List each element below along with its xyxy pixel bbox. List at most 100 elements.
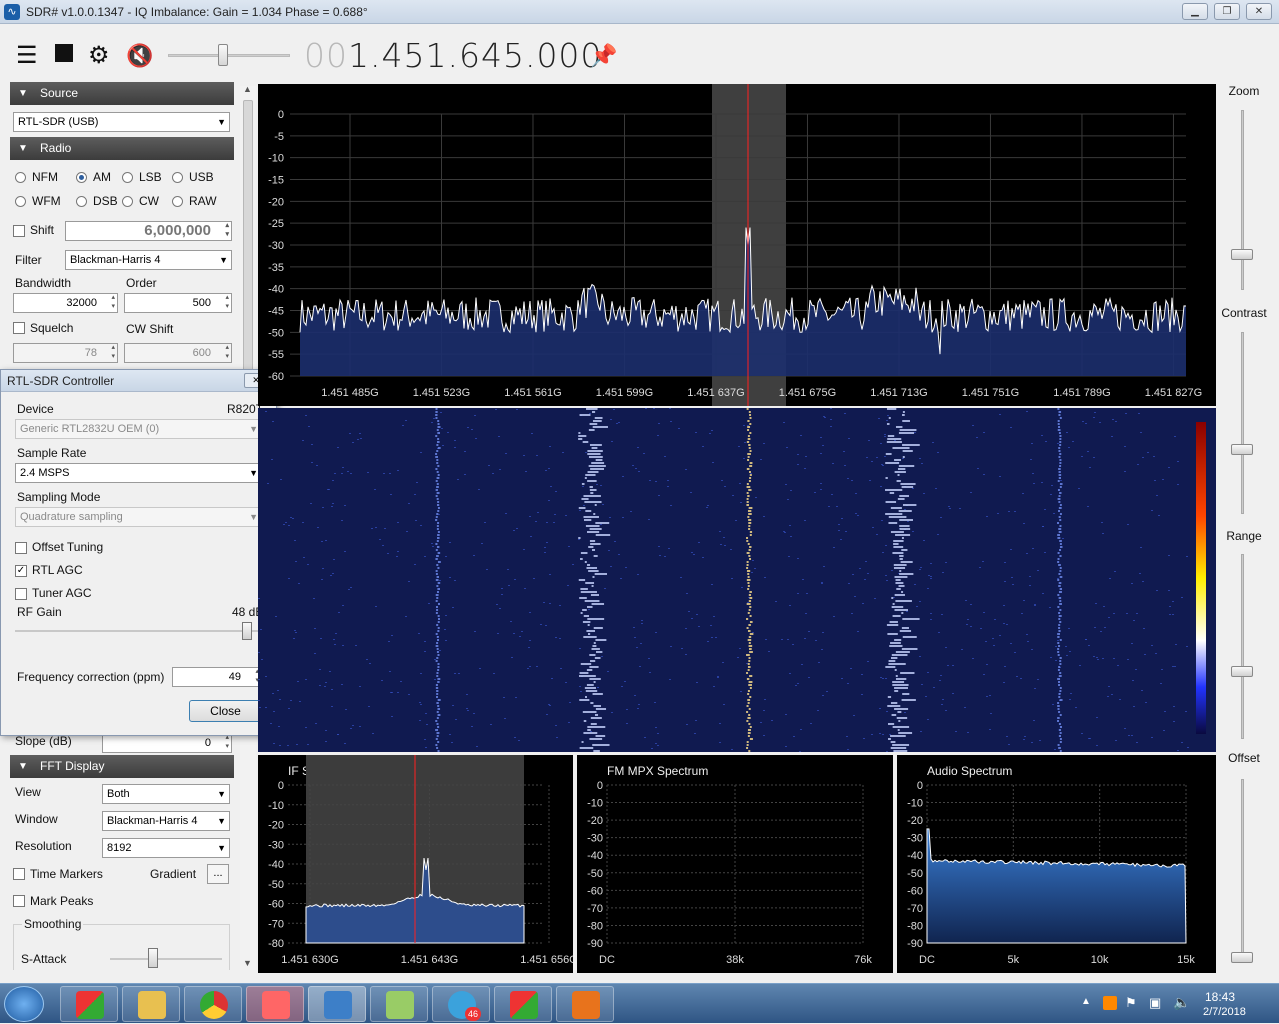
waterfall-noise [626, 709, 628, 710]
taskbar-telegram[interactable]: 46 [432, 986, 490, 1022]
order-input[interactable]: 500 [124, 293, 232, 313]
waterfall-signal [746, 678, 750, 680]
taskbar-app-1[interactable] [60, 986, 118, 1022]
mute-icon[interactable]: 🔇 [126, 42, 153, 70]
source-select[interactable]: RTL-SDR (USB) ▼ [13, 112, 230, 132]
waterfall-noise [1075, 707, 1077, 708]
mark-peaks-checkbox[interactable] [13, 895, 25, 907]
rf-gain-slider[interactable] [15, 630, 261, 632]
waterfall-signal [436, 702, 439, 704]
tray-expand-icon[interactable]: ▲ [1081, 996, 1091, 1007]
gear-icon[interactable]: ⚙ [88, 42, 110, 70]
main-spectrum[interactable]: 0 -5 -10 -15 -20 -25 -30 -35 -40 -45 -50 -55 -60 1.45… [258, 84, 1216, 406]
audio-spectrum-panel[interactable]: Audio Spectrum 0 -10 -20 -30 -40 -50 -60 -70 -80-… [897, 755, 1216, 973]
flag-icon[interactable]: ⚑ [1125, 995, 1137, 1011]
sample-rate-select[interactable]: 2.4 MSPS ▼ [15, 463, 262, 483]
offset-tuning-checkbox[interactable] [15, 542, 27, 554]
pin-icon[interactable]: 📌 [590, 43, 617, 69]
zoom-slider-thumb[interactable] [1231, 249, 1253, 260]
waterfall-noise [785, 746, 787, 747]
mode-radio-raw[interactable] [172, 196, 183, 207]
taskbar-notepad[interactable] [370, 986, 428, 1022]
scrollbar-thumb[interactable] [243, 100, 253, 390]
window-select[interactable]: Blackman-Harris 4 ▼ [102, 811, 230, 831]
scroll-up-icon[interactable]: ▲ [243, 84, 252, 94]
waterfall-noise [879, 733, 881, 734]
waterfall-noise [847, 478, 849, 479]
shift-input[interactable]: 6,000,000 [65, 221, 232, 241]
volume-slider[interactable] [168, 54, 290, 57]
waterfall-display[interactable] [258, 408, 1216, 752]
waterfall-noise [293, 638, 295, 639]
minimize-button[interactable]: ▁ [1182, 3, 1208, 20]
waterfall-noise [1168, 467, 1170, 468]
dialog-close-button[interactable]: Close [189, 700, 262, 722]
s-attack-slider[interactable] [110, 958, 222, 960]
range-slider[interactable] [1241, 554, 1244, 739]
waterfall-signal [437, 501, 440, 503]
mode-radio-dsb[interactable] [76, 196, 87, 207]
waterfall-signal [1059, 732, 1062, 734]
taskbar-explorer[interactable] [122, 986, 180, 1022]
waterfall-signal [746, 744, 749, 746]
s-attack-thumb[interactable] [148, 948, 158, 968]
scroll-down-icon[interactable]: ▼ [243, 958, 252, 968]
mode-radio-wfm[interactable] [15, 196, 26, 207]
waterfall-noise [625, 567, 627, 568]
mode-radio-am[interactable] [76, 172, 87, 183]
taskbar-snipping[interactable] [246, 986, 304, 1022]
zoom-slider[interactable] [1241, 110, 1244, 290]
rf-gain-slider-thumb[interactable] [241, 622, 252, 640]
frequency-display[interactable]: 001.451.645.000 [304, 36, 602, 75]
source-header[interactable]: ▼ Source [10, 82, 234, 105]
offset-slider[interactable] [1241, 779, 1244, 961]
waterfall-noise [391, 716, 393, 717]
taskbar-sdrsharp[interactable] [308, 986, 366, 1022]
waterfall-noise [488, 465, 490, 466]
taskbar-chrome[interactable] [184, 986, 242, 1022]
view-select[interactable]: Both ▼ [102, 784, 230, 804]
waterfall-noise [397, 551, 399, 552]
start-button[interactable] [4, 986, 44, 1022]
bandwidth-input[interactable]: 32000 [13, 293, 118, 313]
taskbar-pdf[interactable] [556, 986, 614, 1022]
contrast-slider-thumb[interactable] [1231, 444, 1253, 455]
fft-display-header[interactable]: ▼ FFT Display [10, 755, 234, 778]
filter-select[interactable]: Blackman-Harris 4 ▼ [65, 250, 232, 270]
close-button[interactable]: ✕ [1246, 3, 1272, 20]
network-icon[interactable]: ▣ [1149, 995, 1161, 1011]
mode-radio-nfm[interactable] [15, 172, 26, 183]
range-slider-thumb[interactable] [1231, 666, 1253, 677]
waterfall-noise [670, 646, 672, 647]
if-spectrum-panel[interactable]: IF Spectrum0-10-20-30-40-50-60-70-801.45… [258, 755, 578, 973]
waterfall-noise [582, 486, 584, 487]
gradient-button[interactable]: ... [207, 864, 229, 884]
mode-radio-usb[interactable] [172, 172, 183, 183]
waterfall-noise [1124, 471, 1126, 472]
waterfall-noise [702, 446, 704, 447]
cwshift-input[interactable]: 600 [124, 343, 232, 363]
stop-icon[interactable] [55, 44, 73, 62]
menu-icon[interactable]: ☰ [16, 42, 38, 70]
tuner-agc-checkbox[interactable] [15, 588, 27, 600]
volume-icon[interactable]: 🔈 [1173, 994, 1190, 1011]
mode-radio-cw[interactable] [122, 196, 133, 207]
freq-correction-input[interactable]: 49 [172, 667, 262, 687]
volume-slider-thumb[interactable] [218, 44, 228, 66]
taskbar-app-8[interactable] [494, 986, 552, 1022]
maximize-button[interactable]: ❐ [1214, 3, 1240, 20]
resolution-select[interactable]: 8192 ▼ [102, 838, 230, 858]
squelch-checkbox[interactable] [13, 322, 25, 334]
media-icon[interactable] [1103, 996, 1117, 1010]
radio-header[interactable]: ▼ Radio [10, 137, 234, 160]
fm-mpx-spectrum-panel[interactable]: FM MPX Spectrum 0 -10 -20 -30 -40 -50 -60 -70 -80… [577, 755, 893, 973]
mode-radio-lsb[interactable] [122, 172, 133, 183]
time-markers-checkbox[interactable] [13, 868, 25, 880]
rtl-agc-checkbox[interactable]: ✓ [15, 565, 27, 577]
contrast-slider[interactable] [1241, 332, 1244, 514]
slope-input[interactable]: 0 [102, 733, 232, 753]
offset-slider-thumb[interactable] [1231, 952, 1253, 963]
shift-checkbox[interactable] [13, 225, 25, 237]
waterfall-signal [594, 657, 601, 659]
squelch-input[interactable]: 78 [13, 343, 118, 363]
